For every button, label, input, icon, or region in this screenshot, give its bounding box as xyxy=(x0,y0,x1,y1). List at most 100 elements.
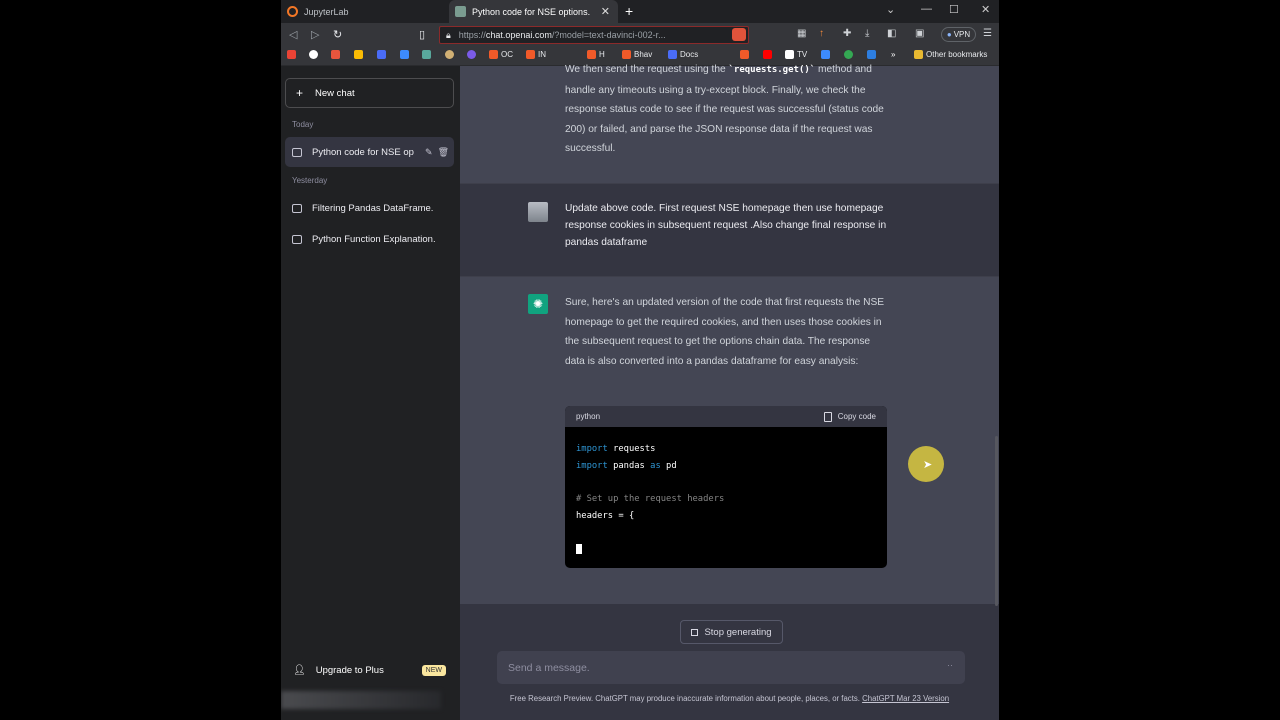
jupyter-icon xyxy=(287,6,298,17)
stop-icon xyxy=(691,628,699,636)
code-token: pd xyxy=(660,460,677,471)
sidebar-icon[interactable]: ◧ xyxy=(887,28,896,39)
message-text: We then send the request using the `requ… xyxy=(565,60,890,159)
close-tab-icon[interactable]: ✕ xyxy=(601,5,610,18)
extensions-icon[interactable]: ✚ xyxy=(843,28,851,39)
bookmark-icon[interactable]: ▯ xyxy=(419,28,425,41)
tab-label: Python code for NSE options. xyxy=(472,6,591,17)
docs-bookmark[interactable]: Docs xyxy=(668,50,698,59)
bookmark-label: Docs xyxy=(680,50,699,59)
bookmark-icon-4[interactable] xyxy=(445,50,457,59)
tab-jupyterlab[interactable]: JupyterLab xyxy=(281,0,449,23)
text-fragment: method xyxy=(815,64,853,75)
maximize-icon[interactable]: ☐ xyxy=(949,3,959,16)
chat-bubble-icon xyxy=(292,234,302,244)
brave-shield-icon[interactable] xyxy=(732,28,746,44)
chatgpt-favicon xyxy=(455,6,466,17)
url-host: chat.openai.com xyxy=(485,30,552,40)
bookmark-icon-5[interactable] xyxy=(467,50,479,59)
user-avatar xyxy=(528,202,548,222)
tab-search-icon[interactable]: ⌄ xyxy=(886,3,895,16)
translate-icon[interactable]: ▦ xyxy=(797,28,806,39)
wallet-icon[interactable]: ▣ xyxy=(915,28,924,39)
chat-main: We then send the request using the `requ… xyxy=(460,64,999,720)
plus-icon: + xyxy=(296,86,304,100)
clipboard-icon xyxy=(823,411,832,422)
profile-area[interactable] xyxy=(281,691,441,709)
vpn-button[interactable]: ● VPN xyxy=(941,27,976,42)
code-language: python xyxy=(576,412,601,421)
bookmark-icon-8[interactable] xyxy=(867,50,879,59)
menu-icon[interactable]: ☰ xyxy=(983,28,992,39)
filter-bookmark-icon[interactable] xyxy=(377,50,389,59)
copy-code-button[interactable]: Copy code xyxy=(823,411,876,422)
conversation-title: Python Function Explanation. xyxy=(312,233,436,245)
edit-icon[interactable]: ✎ xyxy=(425,147,433,157)
new-tab-button[interactable]: + xyxy=(625,3,633,19)
bookmark-icon-2[interactable] xyxy=(400,50,412,59)
user-message: Update above code. First request NSE hom… xyxy=(460,183,999,276)
conversation-item-active[interactable]: Python code for NSE op ✎ 🗑︎ xyxy=(285,137,454,167)
bookmark-icon-7[interactable] xyxy=(821,50,833,59)
upgrade-label: Upgrade to Plus xyxy=(315,664,384,676)
mouse-cursor-highlight: ➤ xyxy=(908,446,944,482)
address-bar[interactable]: 🔒︎ https://chat.openai.com/?model=text-d… xyxy=(439,26,749,44)
tab-label: JupyterLab xyxy=(304,6,349,17)
code-token: requests xyxy=(607,444,656,454)
gmail-bookmark-icon[interactable] xyxy=(287,50,299,59)
google-bookmark-icon[interactable] xyxy=(309,50,321,59)
stop-label: Stop generating xyxy=(704,626,772,638)
browser-toolbar: ◁ ▷ ↻ ▯ 🔒︎ https://chat.openai.com/?mode… xyxy=(281,23,999,46)
other-bookmarks[interactable]: Other bookmarks xyxy=(914,50,987,59)
code-token: import xyxy=(576,444,608,454)
trash-icon[interactable]: 🗑︎ xyxy=(438,147,449,157)
tab-chatgpt[interactable]: Python code for NSE options. ✕ xyxy=(449,0,618,23)
typing-cursor xyxy=(576,544,582,555)
vpn-label: VPN xyxy=(953,30,971,39)
code-token: import xyxy=(576,460,608,471)
forward-icon[interactable]: ▷ xyxy=(311,28,319,41)
bookmark-icon-3[interactable] xyxy=(422,50,434,59)
scrollbar[interactable] xyxy=(995,436,998,606)
footer-text: Free Research Preview. ChatGPT may produ… xyxy=(509,694,863,703)
in-bookmark[interactable]: IN xyxy=(526,50,546,59)
message-input[interactable] xyxy=(497,651,965,684)
more-bookmarks-icon[interactable]: » xyxy=(891,50,895,59)
bhav-bookmark[interactable]: Bhav xyxy=(622,50,652,59)
bookmark-label: Bhav xyxy=(634,50,653,59)
back-icon[interactable]: ◁ xyxy=(289,28,297,41)
version-link[interactable]: ChatGPT Mar 23 Version xyxy=(862,694,949,703)
conversation-item[interactable]: Python Function Explanation. xyxy=(285,224,454,254)
tv-bookmark[interactable]: TV xyxy=(785,50,807,59)
drive-bookmark-icon[interactable] xyxy=(354,50,366,59)
minimize-icon[interactable]: — xyxy=(921,3,932,15)
inline-code: `requests.get()` xyxy=(728,65,816,75)
user-icon: 👤︎ xyxy=(293,664,306,676)
h-bookmark[interactable]: H xyxy=(587,50,605,59)
download-icon[interactable]: ⤓ xyxy=(865,28,869,39)
browser-window: JupyterLab Python code for NSE options. … xyxy=(281,0,999,720)
oc-bookmark[interactable]: OC xyxy=(489,50,513,59)
new-chat-button[interactable]: + New chat xyxy=(285,78,454,108)
stop-generating-button[interactable]: Stop generating xyxy=(680,620,783,644)
bookmark-icon-6[interactable] xyxy=(740,50,752,59)
bookmark-label: TV xyxy=(797,50,808,59)
openai-logo-icon: ✺ xyxy=(528,294,548,314)
text-fragment: We then send the request using the xyxy=(565,64,729,75)
youtube-bookmark-icon[interactable] xyxy=(763,50,775,59)
bookmark-label: Other bookmarks xyxy=(926,50,988,59)
bookmark-label: H xyxy=(599,50,605,59)
conversation-item[interactable]: Filtering Pandas DataFrame. xyxy=(285,193,454,223)
chat-bubble-icon xyxy=(292,203,302,213)
close-window-icon[interactable]: ✕ xyxy=(981,3,990,16)
code-block: python Copy code import requests import … xyxy=(565,406,887,568)
assistant-message-previous: We then send the request using the `requ… xyxy=(460,64,999,183)
loading-dots-icon: ·· xyxy=(947,660,953,670)
extension-arrow-icon[interactable]: ↑ xyxy=(819,28,824,39)
upgrade-button[interactable]: 👤︎ Upgrade to Plus NEW xyxy=(285,656,454,684)
reload-icon[interactable]: ↻ xyxy=(333,28,342,41)
section-today: Today xyxy=(292,120,314,129)
maps-bookmark-icon[interactable] xyxy=(844,50,856,59)
assistant-message: ✺ Sure, here's an updated version of the… xyxy=(460,276,999,604)
bookmark-icon-1[interactable] xyxy=(331,50,343,59)
